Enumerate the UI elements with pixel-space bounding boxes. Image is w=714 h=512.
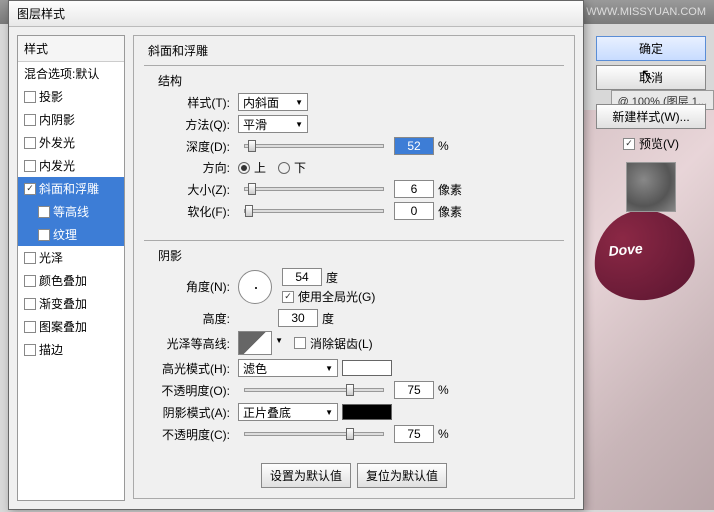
global-light-checkbox[interactable] (282, 291, 294, 303)
sidebar-item-label: 图案叠加 (39, 318, 87, 335)
make-default-button[interactable]: 设置为默认值 (261, 463, 351, 488)
shadow-color-swatch[interactable] (342, 404, 392, 420)
size-slider[interactable] (244, 187, 384, 191)
size-label: 大小(Z): (154, 181, 234, 198)
sidebar-item-label: 斜面和浮雕 (39, 180, 99, 197)
style-label: 样式(T): (154, 94, 234, 111)
cursor-icon: ↖ (641, 65, 654, 85)
preview-label: 预览(V) (639, 135, 679, 152)
preview-checkbox[interactable] (623, 138, 635, 150)
gloss-contour-picker[interactable]: ▼ (238, 331, 272, 355)
soften-slider[interactable] (244, 209, 384, 213)
sidebar-item-1[interactable]: 内阴影 (18, 108, 124, 131)
dialog-title-bar[interactable]: 图层样式 (9, 1, 583, 27)
shadow-mode-combo[interactable]: 正片叠底▼ (238, 403, 338, 421)
shadow-opacity-label: 不透明度(C): (154, 426, 234, 443)
sidebar-checkbox[interactable] (24, 137, 36, 149)
dialog-right-column: 确定 取消 新建样式(W)... 预览(V) (596, 36, 706, 222)
altitude-input[interactable]: 30 (278, 309, 318, 327)
depth-unit: % (438, 139, 449, 153)
sidebar-item-label: 内发光 (39, 157, 75, 174)
sidebar-item-0[interactable]: 投影 (18, 85, 124, 108)
altitude-label: 高度: (154, 310, 234, 327)
depth-input[interactable]: 52 (394, 137, 434, 155)
sidebar-checkbox[interactable] (24, 275, 36, 287)
sidebar-checkbox[interactable] (24, 321, 36, 333)
new-style-button[interactable]: 新建样式(W)... (596, 104, 706, 129)
sidebar-checkbox[interactable] (38, 229, 50, 241)
bevel-emboss-group: 斜面和浮雕 结构 样式(T): 内斜面▼ 方法(Q): 平滑▼ 深度(D): 5… (133, 35, 575, 499)
style-list-sidebar: 样式 混合选项:默认 投影内阴影外发光内发光斜面和浮雕等高线纹理光泽颜色叠加渐变… (17, 35, 125, 501)
sidebar-item-5[interactable]: 等高线 (18, 200, 124, 223)
reset-default-button[interactable]: 复位为默认值 (357, 463, 447, 488)
site-url: WWW.MISSYUAN.COM (586, 6, 714, 18)
layer-style-dialog: 图层样式 样式 混合选项:默认 投影内阴影外发光内发光斜面和浮雕等高线纹理光泽颜… (8, 0, 584, 510)
direction-down-radio[interactable] (278, 162, 290, 174)
sidebar-checkbox[interactable] (38, 206, 50, 218)
size-input[interactable]: 6 (394, 180, 434, 198)
preview-thumbnail (626, 162, 676, 212)
sidebar-item-label: 渐变叠加 (39, 295, 87, 312)
technique-label: 方法(Q): (154, 116, 234, 133)
section-title: 斜面和浮雕 (144, 42, 212, 59)
technique-combo[interactable]: 平滑▼ (238, 115, 308, 133)
shading-title: 阴影 (154, 247, 186, 264)
sidebar-item-label: 光泽 (39, 249, 63, 266)
sidebar-item-label: 颜色叠加 (39, 272, 87, 289)
shadow-mode-label: 阴影模式(A): (154, 404, 234, 421)
depth-slider[interactable] (244, 144, 384, 148)
highlight-opacity-input[interactable]: 75 (394, 381, 434, 399)
soften-label: 软化(F): (154, 203, 234, 220)
direction-up-radio[interactable] (238, 162, 250, 174)
highlight-color-swatch[interactable] (342, 360, 392, 376)
antialias-label: 消除锯齿(L) (310, 335, 373, 352)
sidebar-item-label: 等高线 (53, 203, 89, 220)
antialias-checkbox[interactable] (294, 337, 306, 349)
sidebar-item-label: 纹理 (53, 226, 77, 243)
sidebar-item-4[interactable]: 斜面和浮雕 (18, 177, 124, 200)
highlight-opacity-label: 不透明度(O): (154, 382, 234, 399)
sidebar-item-10[interactable]: 图案叠加 (18, 315, 124, 338)
shadow-opacity-input[interactable]: 75 (394, 425, 434, 443)
sidebar-checkbox[interactable] (24, 114, 36, 126)
sidebar-checkbox[interactable] (24, 252, 36, 264)
sidebar-checkbox[interactable] (24, 344, 36, 356)
sidebar-blend-options[interactable]: 混合选项:默认 (18, 62, 124, 85)
dialog-title: 图层样式 (17, 5, 65, 22)
sidebar-item-2[interactable]: 外发光 (18, 131, 124, 154)
soften-input[interactable]: 0 (394, 202, 434, 220)
sidebar-item-11[interactable]: 描边 (18, 338, 124, 361)
contour-label: 光泽等高线: (154, 335, 234, 352)
main-panel: 斜面和浮雕 结构 样式(T): 内斜面▼ 方法(Q): 平滑▼ 深度(D): 5… (133, 35, 575, 501)
sidebar-checkbox[interactable] (24, 160, 36, 172)
global-light-label: 使用全局光(G) (298, 288, 375, 305)
sidebar-checkbox[interactable] (24, 183, 36, 195)
depth-label: 深度(D): (154, 138, 234, 155)
angle-label: 角度(N): (154, 278, 234, 295)
sidebar-checkbox[interactable] (24, 91, 36, 103)
angle-input[interactable]: 54 (282, 268, 322, 286)
highlight-mode-combo[interactable]: 滤色▼ (238, 359, 338, 377)
sidebar-item-9[interactable]: 渐变叠加 (18, 292, 124, 315)
sidebar-header[interactable]: 样式 (18, 36, 124, 62)
structure-title: 结构 (154, 72, 186, 89)
sidebar-item-7[interactable]: 光泽 (18, 246, 124, 269)
sidebar-item-label: 描边 (39, 341, 63, 358)
sidebar-item-6[interactable]: 纹理 (18, 223, 124, 246)
sidebar-item-8[interactable]: 颜色叠加 (18, 269, 124, 292)
direction-label: 方向: (154, 159, 234, 176)
style-combo[interactable]: 内斜面▼ (238, 93, 308, 111)
sidebar-item-label: 内阴影 (39, 111, 75, 128)
soften-unit: 像素 (438, 203, 462, 220)
angle-dial[interactable] (238, 270, 272, 304)
size-unit: 像素 (438, 181, 462, 198)
highlight-mode-label: 高光模式(H): (154, 360, 234, 377)
sidebar-item-3[interactable]: 内发光 (18, 154, 124, 177)
sidebar-item-label: 外发光 (39, 134, 75, 151)
ok-button[interactable]: 确定 (596, 36, 706, 61)
sidebar-item-label: 投影 (39, 88, 63, 105)
shadow-opacity-slider[interactable] (244, 432, 384, 436)
sidebar-checkbox[interactable] (24, 298, 36, 310)
highlight-opacity-slider[interactable] (244, 388, 384, 392)
